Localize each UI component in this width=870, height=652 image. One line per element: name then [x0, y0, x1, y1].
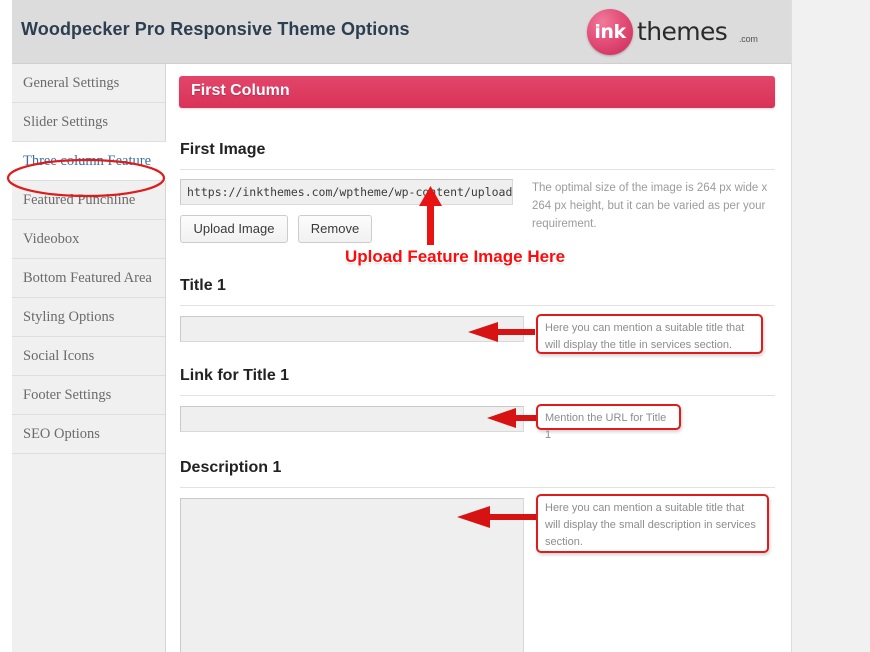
page-root: Woodpecker Pro Responsive Theme Options … — [0, 0, 870, 652]
section-banner: First Column — [179, 76, 775, 108]
upload-image-button[interactable]: Upload Image — [180, 215, 288, 243]
app-header: Woodpecker Pro Responsive Theme Options … — [12, 0, 791, 64]
link-title1-input[interactable] — [180, 406, 524, 432]
sidebar-filler — [12, 454, 165, 484]
description1-divider — [180, 487, 775, 488]
sidebar-item-slider-settings[interactable]: Slider Settings — [12, 103, 165, 142]
title1-heading: Title 1 — [180, 277, 226, 294]
sidebar-item-seo-options[interactable]: SEO Options — [12, 415, 165, 454]
first-image-url-input[interactable]: https://inkthemes.com/wptheme/wp-content… — [180, 179, 513, 205]
sidebar-item-featured-punchline[interactable]: Featured Punchline — [12, 181, 165, 220]
inkthemes-logo: ink themes .com — [587, 7, 777, 57]
sidebar-item-videobox[interactable]: Videobox — [12, 220, 165, 259]
title1-divider — [180, 305, 775, 306]
description1-textarea[interactable] — [180, 498, 524, 652]
logo-mark-text: ink — [594, 21, 626, 43]
logo-wordmark: themes — [637, 17, 728, 46]
sidebar-item-styling-options[interactable]: Styling Options — [12, 298, 165, 337]
options-content-panel: First Column First Image https://inkthem… — [167, 64, 791, 652]
link-title1-heading: Link for Title 1 — [180, 367, 290, 384]
sidebar-item-three-column-feature[interactable]: Three column Feature — [12, 142, 166, 181]
link-title1-divider — [180, 395, 775, 396]
sidebar-item-footer-settings[interactable]: Footer Settings — [12, 376, 165, 415]
page-title: Woodpecker Pro Responsive Theme Options — [21, 19, 410, 39]
sidebar-item-social-icons[interactable]: Social Icons — [12, 337, 165, 376]
logo-circle-icon: ink — [587, 9, 633, 55]
page-right-gutter — [791, 0, 870, 652]
settings-sidebar: General Settings Slider Settings Three c… — [12, 64, 166, 652]
description1-heading: Description 1 — [180, 459, 282, 476]
first-image-help-text: The optimal size of the image is 264 px … — [532, 182, 768, 230]
first-image-divider — [180, 169, 775, 170]
title1-input[interactable] — [180, 316, 524, 342]
logo-domain-suffix: .com — [739, 34, 758, 44]
first-image-heading: First Image — [180, 141, 266, 158]
sidebar-item-general-settings[interactable]: General Settings — [12, 64, 165, 103]
sidebar-item-bottom-featured-area[interactable]: Bottom Featured Area — [12, 259, 165, 298]
section-banner-title: First Column — [191, 82, 290, 99]
remove-image-button[interactable]: Remove — [298, 215, 372, 243]
